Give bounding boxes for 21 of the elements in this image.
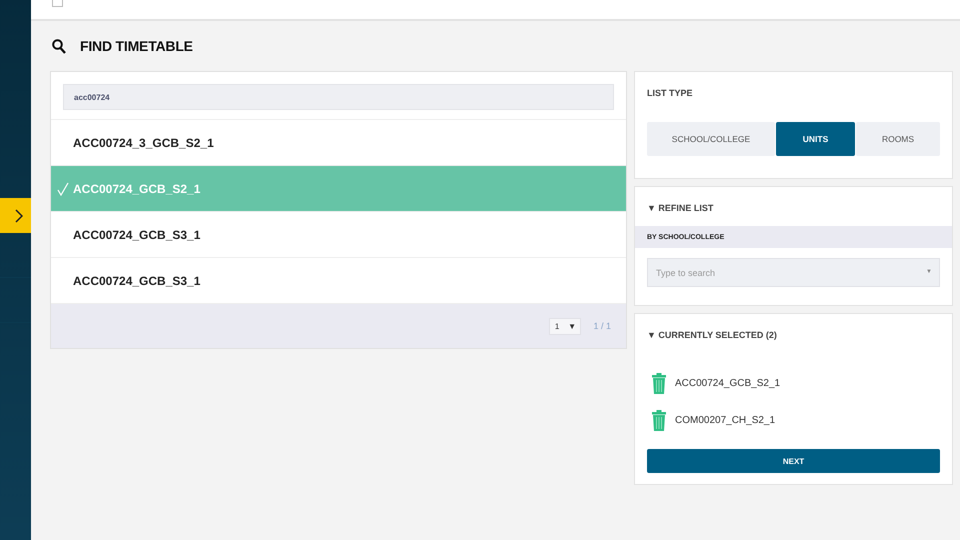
selected-unit: COM00207_CH_S2_1 <box>675 415 776 426</box>
search-field[interactable]: acc00724 <box>63 84 614 110</box>
checkbox[interactable] <box>52 0 63 7</box>
check-icon <box>57 182 69 196</box>
card-title: ▼ CURRENTLY SELECTED (2) <box>646 329 778 340</box>
sidebar-tab[interactable] <box>0 198 31 233</box>
chevron-right-icon <box>15 208 23 222</box>
page-title: FIND TIMETABLE <box>80 38 193 54</box>
list-type-tab[interactable]: SCHOOL/COLLEGE <box>647 122 775 156</box>
page-count: 1 / 1 <box>593 321 611 331</box>
selected-unit: ACC00724_GCB_S2_1 <box>675 378 780 389</box>
list-type-tab[interactable]: ROOMS <box>856 122 940 156</box>
result-row[interactable]: ACC00724_GCB_S3_1 <box>51 212 626 258</box>
card-title: LIST TYPE <box>646 87 694 98</box>
search-icon <box>52 38 66 54</box>
list-type-tab[interactable]: UNITS <box>776 122 855 156</box>
trash-icon <box>652 373 666 394</box>
trash-icon <box>652 410 666 431</box>
card-title: ▼ REFINE LIST <box>646 202 714 213</box>
next-button[interactable]: NEXT <box>647 449 940 473</box>
page-select[interactable]: 1 ▼ <box>549 318 582 334</box>
